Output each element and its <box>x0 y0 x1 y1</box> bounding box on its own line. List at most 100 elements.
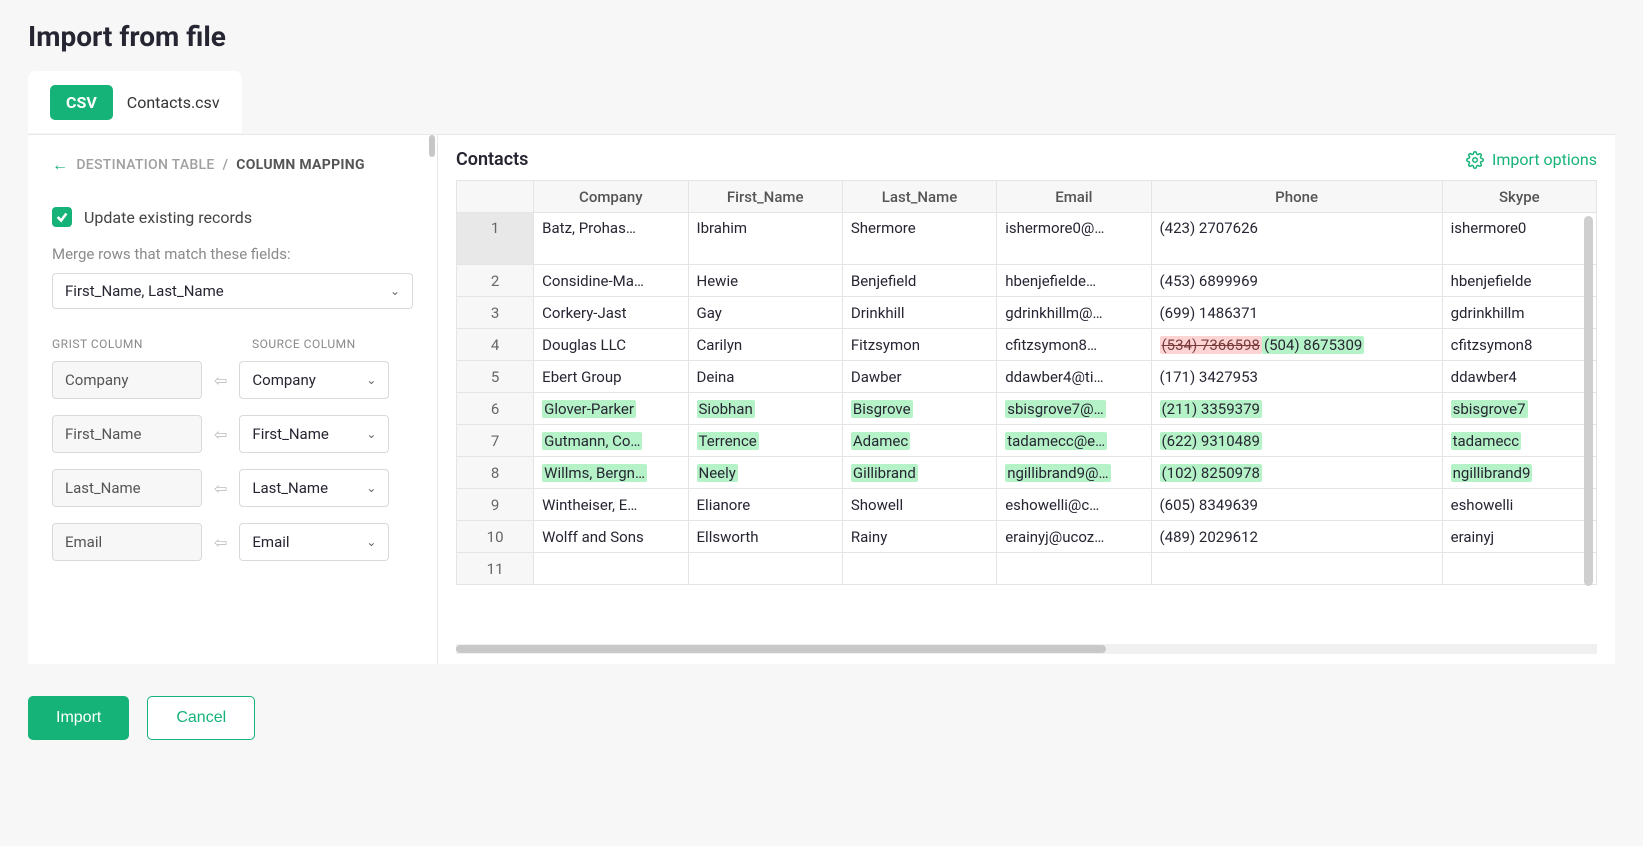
table-row[interactable]: 5Ebert GroupDeinaDawberddawber4@ti…(171)… <box>457 361 1597 393</box>
table-cell[interactable]: Considine-Ma… <box>534 265 688 297</box>
table-cell[interactable]: Dawber <box>842 361 996 393</box>
row-number[interactable]: 6 <box>457 393 534 425</box>
column-header[interactable]: Skype <box>1442 181 1596 213</box>
table-cell[interactable]: hbenjefielde… <box>997 265 1151 297</box>
table-cell[interactable]: Batz, Prohas… <box>534 213 688 265</box>
row-number[interactable]: 5 <box>457 361 534 393</box>
table-cell[interactable]: Gillibrand <box>842 457 996 489</box>
cancel-button[interactable]: Cancel <box>147 696 255 740</box>
source-column-select[interactable]: Last_Name⌄ <box>239 469 389 507</box>
table-cell[interactable] <box>534 553 688 585</box>
preview-horizontal-scrollbar[interactable] <box>456 644 1597 654</box>
table-cell[interactable]: cfitzsymon8 <box>1442 329 1596 361</box>
row-number[interactable]: 9 <box>457 489 534 521</box>
row-number[interactable]: 1 <box>457 213 534 265</box>
table-row[interactable]: 1Batz, Prohas…IbrahimShermoreishermore0@… <box>457 213 1597 265</box>
row-number[interactable]: 11 <box>457 553 534 585</box>
table-row[interactable]: 7Gutmann, Co…TerrenceAdamectadamecc@e…(6… <box>457 425 1597 457</box>
table-cell[interactable]: ngillibrand9@… <box>997 457 1151 489</box>
table-cell[interactable]: Shermore <box>842 213 996 265</box>
table-cell[interactable]: tadamecc@e… <box>997 425 1151 457</box>
table-row[interactable]: 10Wolff and SonsEllsworthRainyerainyj@uc… <box>457 521 1597 553</box>
table-cell[interactable]: Siobhan <box>688 393 842 425</box>
table-cell[interactable]: Elianore <box>688 489 842 521</box>
table-cell[interactable]: eshowelli <box>1442 489 1596 521</box>
table-cell[interactable]: ishermore0 <box>1442 213 1596 265</box>
table-cell[interactable]: erainyj <box>1442 521 1596 553</box>
back-arrow-icon[interactable]: ← <box>52 155 68 175</box>
update-existing-checkbox[interactable] <box>52 207 72 227</box>
table-cell[interactable]: Gutmann, Co… <box>534 425 688 457</box>
table-row[interactable]: 3Corkery-JastGayDrinkhillgdrinkhillm@…(6… <box>457 297 1597 329</box>
table-cell[interactable] <box>1151 553 1442 585</box>
table-cell[interactable]: Neely <box>688 457 842 489</box>
table-cell[interactable]: (102) 8250978 <box>1151 457 1442 489</box>
table-cell[interactable]: ishermore0@… <box>997 213 1151 265</box>
table-cell[interactable]: Rainy <box>842 521 996 553</box>
table-cell[interactable]: (171) 3427953 <box>1151 361 1442 393</box>
table-cell[interactable]: Adamec <box>842 425 996 457</box>
table-cell[interactable]: sbisgrove7 <box>1442 393 1596 425</box>
table-row[interactable]: 8Willms, Bergn…NeelyGillibrandngillibran… <box>457 457 1597 489</box>
table-row[interactable]: 11 <box>457 553 1597 585</box>
table-row[interactable]: 4Douglas LLCCarilynFitzsymoncfitzsymon8…… <box>457 329 1597 361</box>
row-number[interactable]: 4 <box>457 329 534 361</box>
source-column-select[interactable]: Company⌄ <box>239 361 389 399</box>
source-column-select[interactable]: First_Name⌄ <box>239 415 389 453</box>
table-cell[interactable]: Terrence <box>688 425 842 457</box>
table-cell[interactable]: (423) 2707626 <box>1151 213 1442 265</box>
row-number[interactable]: 2 <box>457 265 534 297</box>
table-cell[interactable]: Fitzsymon <box>842 329 996 361</box>
table-cell[interactable]: (622) 9310489 <box>1151 425 1442 457</box>
table-cell[interactable]: Douglas LLC <box>534 329 688 361</box>
table-cell[interactable]: sbisgrove7@… <box>997 393 1151 425</box>
table-cell[interactable]: Ebert Group <box>534 361 688 393</box>
table-cell[interactable]: Hewie <box>688 265 842 297</box>
table-row[interactable]: 9Wintheiser, E…ElianoreShowelleshowelli@… <box>457 489 1597 521</box>
table-cell[interactable] <box>1442 553 1596 585</box>
table-cell[interactable]: Willms, Bergn… <box>534 457 688 489</box>
table-cell[interactable]: gdrinkhillm <box>1442 297 1596 329</box>
source-column-select[interactable]: Email⌄ <box>239 523 389 561</box>
table-cell[interactable]: (699) 1486371 <box>1151 297 1442 329</box>
table-cell[interactable]: Gay <box>688 297 842 329</box>
row-number[interactable]: 10 <box>457 521 534 553</box>
table-cell[interactable]: (605) 8349639 <box>1151 489 1442 521</box>
import-button[interactable]: Import <box>28 696 129 740</box>
table-cell[interactable]: Corkery-Jast <box>534 297 688 329</box>
table-cell[interactable] <box>997 553 1151 585</box>
table-cell[interactable]: (211) 3359379 <box>1151 393 1442 425</box>
table-cell[interactable]: Drinkhill <box>842 297 996 329</box>
table-cell[interactable]: Wintheiser, E… <box>534 489 688 521</box>
table-cell[interactable]: ddawber4@ti… <box>997 361 1151 393</box>
import-options-button[interactable]: Import options <box>1466 150 1597 169</box>
column-header[interactable]: Company <box>534 181 688 213</box>
table-cell[interactable]: Deina <box>688 361 842 393</box>
file-tab[interactable]: CSV Contacts.csv <box>28 71 242 134</box>
table-cell[interactable] <box>688 553 842 585</box>
breadcrumb-dest[interactable]: DESTINATION TABLE <box>76 157 214 173</box>
table-cell[interactable]: ddawber4 <box>1442 361 1596 393</box>
column-header[interactable]: First_Name <box>688 181 842 213</box>
row-number[interactable]: 7 <box>457 425 534 457</box>
table-cell[interactable]: (534) 7366598(504) 8675309 <box>1151 329 1442 361</box>
table-cell[interactable]: Glover-Parker <box>534 393 688 425</box>
row-number[interactable]: 3 <box>457 297 534 329</box>
table-cell[interactable]: Bisgrove <box>842 393 996 425</box>
table-cell[interactable]: gdrinkhillm@… <box>997 297 1151 329</box>
table-cell[interactable]: ngillibrand9 <box>1442 457 1596 489</box>
table-row[interactable]: 6Glover-ParkerSiobhanBisgrovesbisgrove7@… <box>457 393 1597 425</box>
table-cell[interactable]: Ibrahim <box>688 213 842 265</box>
table-cell[interactable]: Wolff and Sons <box>534 521 688 553</box>
preview-table[interactable]: CompanyFirst_NameLast_NameEmailPhoneSkyp… <box>456 180 1597 585</box>
merge-fields-select[interactable]: First_Name, Last_Name ⌄ <box>52 273 413 309</box>
table-cell[interactable]: Showell <box>842 489 996 521</box>
table-cell[interactable]: Carilyn <box>688 329 842 361</box>
table-cell[interactable]: tadamecc <box>1442 425 1596 457</box>
column-header[interactable]: Last_Name <box>842 181 996 213</box>
table-cell[interactable]: (489) 2029612 <box>1151 521 1442 553</box>
table-cell[interactable]: (453) 6899969 <box>1151 265 1442 297</box>
table-cell[interactable]: eshowelli@c… <box>997 489 1151 521</box>
table-cell[interactable] <box>842 553 996 585</box>
row-number[interactable]: 8 <box>457 457 534 489</box>
